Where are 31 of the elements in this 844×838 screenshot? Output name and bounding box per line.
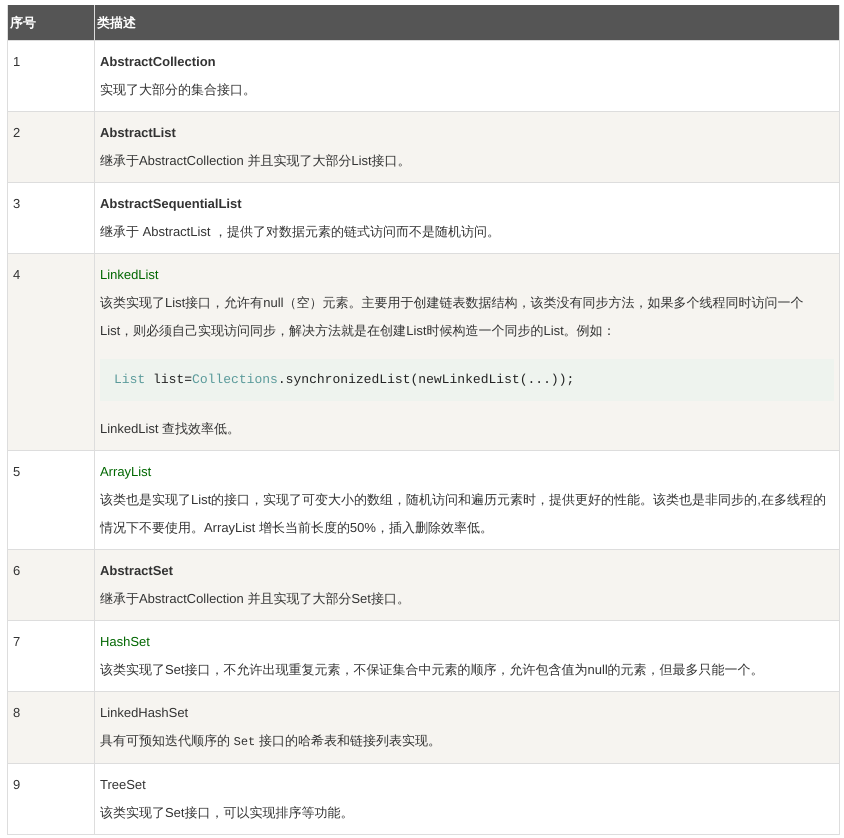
description-text: 实现了大部分的集合接口。 xyxy=(100,81,257,99)
row-number: 8 xyxy=(13,705,20,720)
class-name-link[interactable]: ArrayList xyxy=(100,464,152,479)
column-header: 序号 xyxy=(8,5,94,40)
description-text: 继承于 AbstractList ，提供了对数据元素的链式访问而不是随机访问。 xyxy=(100,223,502,241)
class-name: AbstractSequentialList xyxy=(100,196,242,211)
class-name: AbstractCollection xyxy=(100,54,216,69)
description-text: 继承于AbstractCollection 并且实现了大部分Set接口。 xyxy=(100,590,411,608)
code-block: List list=Collections.synchronizedList(newLinkedList(...)); xyxy=(100,359,834,401)
description-text: 该类实现了Set接口，可以实现排序等功能。 xyxy=(100,804,355,822)
class-name: TreeSet xyxy=(100,777,146,792)
class-name: AbstractSet xyxy=(100,563,173,578)
column-header: 类描述 xyxy=(94,5,840,40)
class-name-link[interactable]: LinkedList xyxy=(100,267,159,282)
row-number: 2 xyxy=(13,125,20,140)
description-text: 该类实现了List接口，允许有null（空）元素。主要用于创建链表数据结构，该类没有同步方法，如果多个线程同时访问一个List，则必须自己实现访问同步，解决方法就是在创建List时候构造一个同步的List。例如： xyxy=(100,294,804,340)
class-name: AbstractList xyxy=(100,125,176,140)
row-number: 6 xyxy=(13,563,20,578)
description-text: 具有可预知迭代顺序的 Set 接口的哈希表和链接列表实现。 xyxy=(100,732,442,751)
class-name-link[interactable]: HashSet xyxy=(100,634,150,649)
row-number: 3 xyxy=(13,196,20,211)
row-number: 9 xyxy=(13,777,20,792)
row-number: 7 xyxy=(13,634,20,649)
class-name: LinkedHashSet xyxy=(100,705,188,720)
description-text: 该类实现了Set接口，不允许出现重复元素，不保证集合中元素的顺序，允许包含值为null的元素，但最多只能一个。 xyxy=(100,661,765,679)
description-text: 该类也是实现了List的接口，实现了可变大小的数组，随机访问和遍历元素时，提供更好的性能。该类也是非同步的,在多线程的情况下不要使用。ArrayList 增长当前长度的50%，插入删除效率低。 xyxy=(100,491,827,537)
row-number: 1 xyxy=(13,54,20,69)
description-text: LinkedList 查找效率低。 xyxy=(100,420,242,438)
row-number: 5 xyxy=(13,464,20,479)
row-number: 4 xyxy=(13,267,20,282)
description-text: 继承于AbstractCollection 并且实现了大部分List接口。 xyxy=(100,152,412,170)
